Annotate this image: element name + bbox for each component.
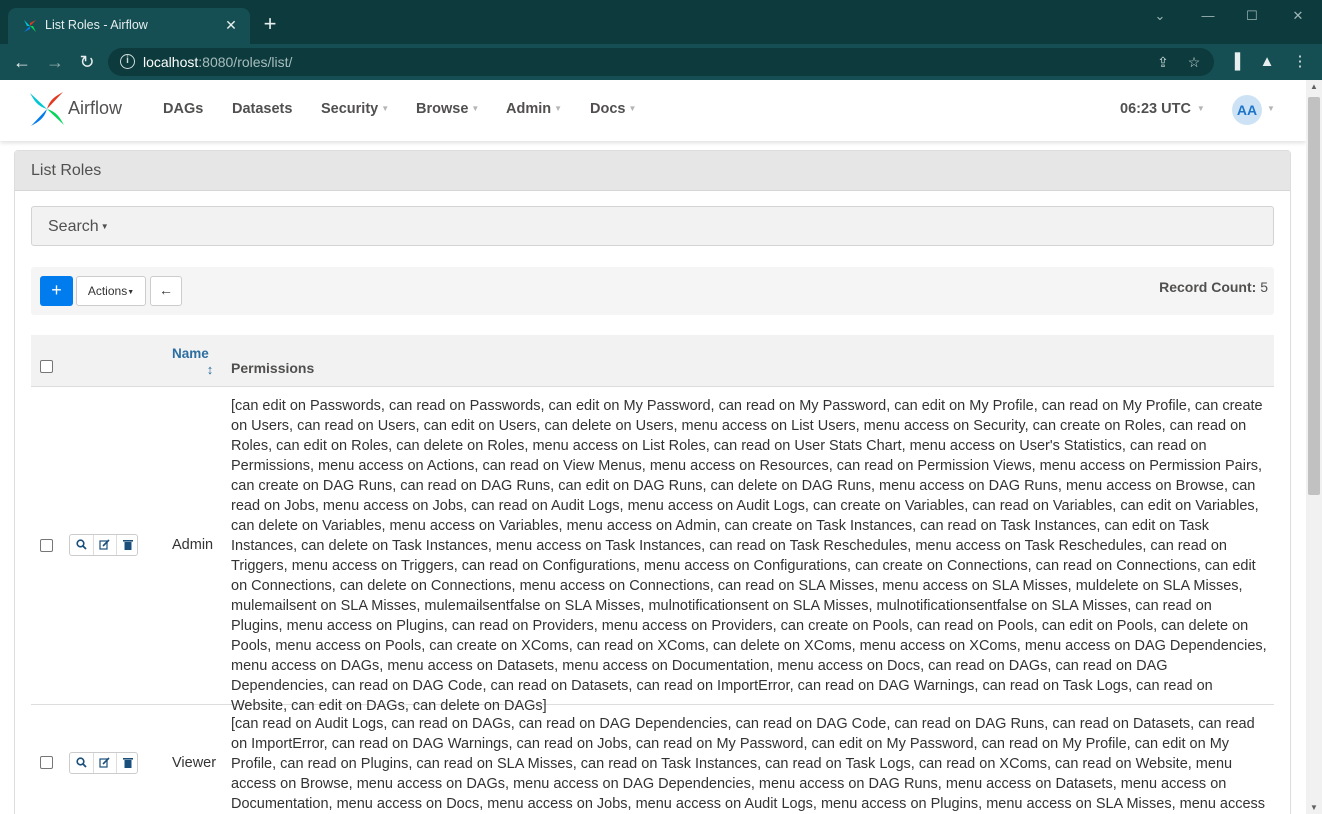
page-viewport: Airflow DAGs Datasets Security ▼ Browse ▼ … bbox=[0, 80, 1322, 814]
brand-name: Airflow bbox=[68, 98, 123, 118]
actions-dropdown[interactable]: Actions▼ bbox=[76, 276, 146, 306]
close-window-button[interactable]: ✕ bbox=[1284, 6, 1312, 26]
new-tab-button[interactable]: + bbox=[259, 13, 281, 36]
search-icon[interactable] bbox=[70, 535, 92, 555]
caret-down-icon: ▼ bbox=[471, 104, 480, 113]
role-name: Admin bbox=[172, 537, 214, 553]
reload-icon[interactable]: ↻ bbox=[75, 50, 99, 74]
row-actions bbox=[69, 752, 138, 774]
caret-down-icon: ▼ bbox=[381, 104, 390, 113]
nav-browse[interactable]: Browse ▼ bbox=[416, 101, 479, 117]
maximize-button[interactable]: ☐ bbox=[1238, 6, 1266, 26]
row-actions bbox=[69, 534, 138, 556]
column-header-name[interactable]: Name bbox=[172, 346, 209, 361]
row-checkbox[interactable] bbox=[40, 539, 53, 552]
scrollbar-thumb[interactable] bbox=[1308, 97, 1320, 495]
row-checkbox[interactable] bbox=[40, 756, 53, 769]
table-header: Name ↕ Permissions bbox=[31, 335, 1274, 387]
nav-security[interactable]: Security ▼ bbox=[321, 101, 389, 117]
nav-dags[interactable]: DAGs bbox=[163, 101, 203, 117]
column-header-permissions: Permissions bbox=[231, 360, 315, 376]
airflow-favicon-icon bbox=[24, 20, 36, 32]
select-all-checkbox[interactable] bbox=[40, 360, 53, 373]
sort-icon[interactable]: ↕ bbox=[205, 362, 215, 378]
tab-title: List Roles - Airflow bbox=[45, 18, 148, 32]
back-arrow-icon[interactable]: ← bbox=[10, 50, 34, 74]
user-avatar[interactable]: AA bbox=[1232, 95, 1262, 125]
browser-tabstrip: List Roles - Airflow ✕ + ⌄ — ☐ ✕ bbox=[0, 0, 1322, 44]
role-permissions: [can read on Audit Logs, can read on DAG… bbox=[231, 716, 1266, 812]
scroll-up-icon[interactable]: ▲ bbox=[1310, 82, 1318, 91]
search-icon[interactable] bbox=[70, 753, 92, 773]
nav-docs[interactable]: Docs ▼ bbox=[590, 101, 636, 117]
record-count: Record Count: 5 bbox=[1159, 279, 1268, 295]
site-info-icon[interactable]: i bbox=[120, 54, 135, 69]
user-menu-caret-icon[interactable]: ▼ bbox=[1267, 104, 1275, 113]
search-toggle[interactable]: Search ▼ bbox=[31, 206, 1274, 246]
search-label: Search ▼ bbox=[48, 218, 109, 235]
page-title: List Roles bbox=[31, 162, 102, 179]
action-bar: + Actions▼ ← Record Count: 5 bbox=[31, 267, 1274, 315]
list-roles-panel: List Roles Search ▼ + Actions▼ ← Record C… bbox=[14, 150, 1291, 814]
nav-admin[interactable]: Admin ▼ bbox=[506, 101, 562, 117]
table-row: Viewer [can read on Audit Logs, can read… bbox=[31, 705, 1274, 814]
back-button[interactable]: ← bbox=[150, 276, 182, 306]
extension-icon[interactable]: ▲ bbox=[1257, 52, 1277, 72]
panel-heading: List Roles bbox=[15, 151, 1290, 191]
vertical-scrollbar[interactable]: ▲ ▼ bbox=[1306, 80, 1322, 814]
edit-icon[interactable] bbox=[93, 753, 115, 773]
caret-down-icon: ▼ bbox=[100, 222, 109, 231]
airflow-navbar: Airflow DAGs Datasets Security ▼ Browse ▼ … bbox=[0, 80, 1306, 141]
table-row: Admin [can edit on Passwords, can read o… bbox=[31, 387, 1274, 714]
address-bar[interactable]: i localhost:8080/roles/list/ ⇪ ☆ bbox=[108, 48, 1214, 76]
airflow-logo-icon bbox=[30, 92, 64, 126]
nav-datasets[interactable]: Datasets bbox=[232, 101, 292, 117]
url-text[interactable]: localhost:8080/roles/list/ bbox=[143, 54, 292, 70]
tab-close-icon[interactable]: ✕ bbox=[222, 16, 240, 34]
delete-icon[interactable] bbox=[116, 753, 138, 773]
caret-down-icon: ▼ bbox=[628, 104, 637, 113]
caret-down-icon: ▼ bbox=[1196, 104, 1205, 113]
browser-tab[interactable]: List Roles - Airflow ✕ bbox=[8, 8, 250, 44]
minimize-button[interactable]: — bbox=[1194, 6, 1222, 26]
bookmark-star-icon[interactable]: ☆ bbox=[1185, 53, 1203, 71]
role-name: Viewer bbox=[172, 755, 217, 771]
browser-menu-icon[interactable]: ⋮ bbox=[1290, 52, 1310, 72]
edit-icon[interactable] bbox=[93, 535, 115, 555]
scroll-down-icon[interactable]: ▼ bbox=[1310, 803, 1318, 812]
delete-icon[interactable] bbox=[116, 535, 138, 555]
brand-link[interactable]: Airflow bbox=[28, 90, 138, 128]
browser-toolbar: ← → ↻ i localhost:8080/roles/list/ ⇪ ☆ ▐… bbox=[0, 44, 1322, 80]
tab-search-chevron-icon[interactable]: ⌄ bbox=[1146, 6, 1174, 26]
share-icon[interactable]: ⇪ bbox=[1154, 53, 1172, 71]
side-panel-icon[interactable]: ▐ bbox=[1225, 52, 1245, 72]
forward-arrow-icon[interactable]: → bbox=[43, 50, 67, 74]
utc-clock-dropdown[interactable]: 06:23 UTC ▼ bbox=[1120, 101, 1205, 117]
role-permissions: [can edit on Passwords, can read on Pass… bbox=[231, 398, 1267, 714]
caret-down-icon: ▼ bbox=[554, 104, 563, 113]
caret-down-icon: ▼ bbox=[127, 289, 135, 296]
add-record-button[interactable]: + bbox=[40, 276, 73, 306]
